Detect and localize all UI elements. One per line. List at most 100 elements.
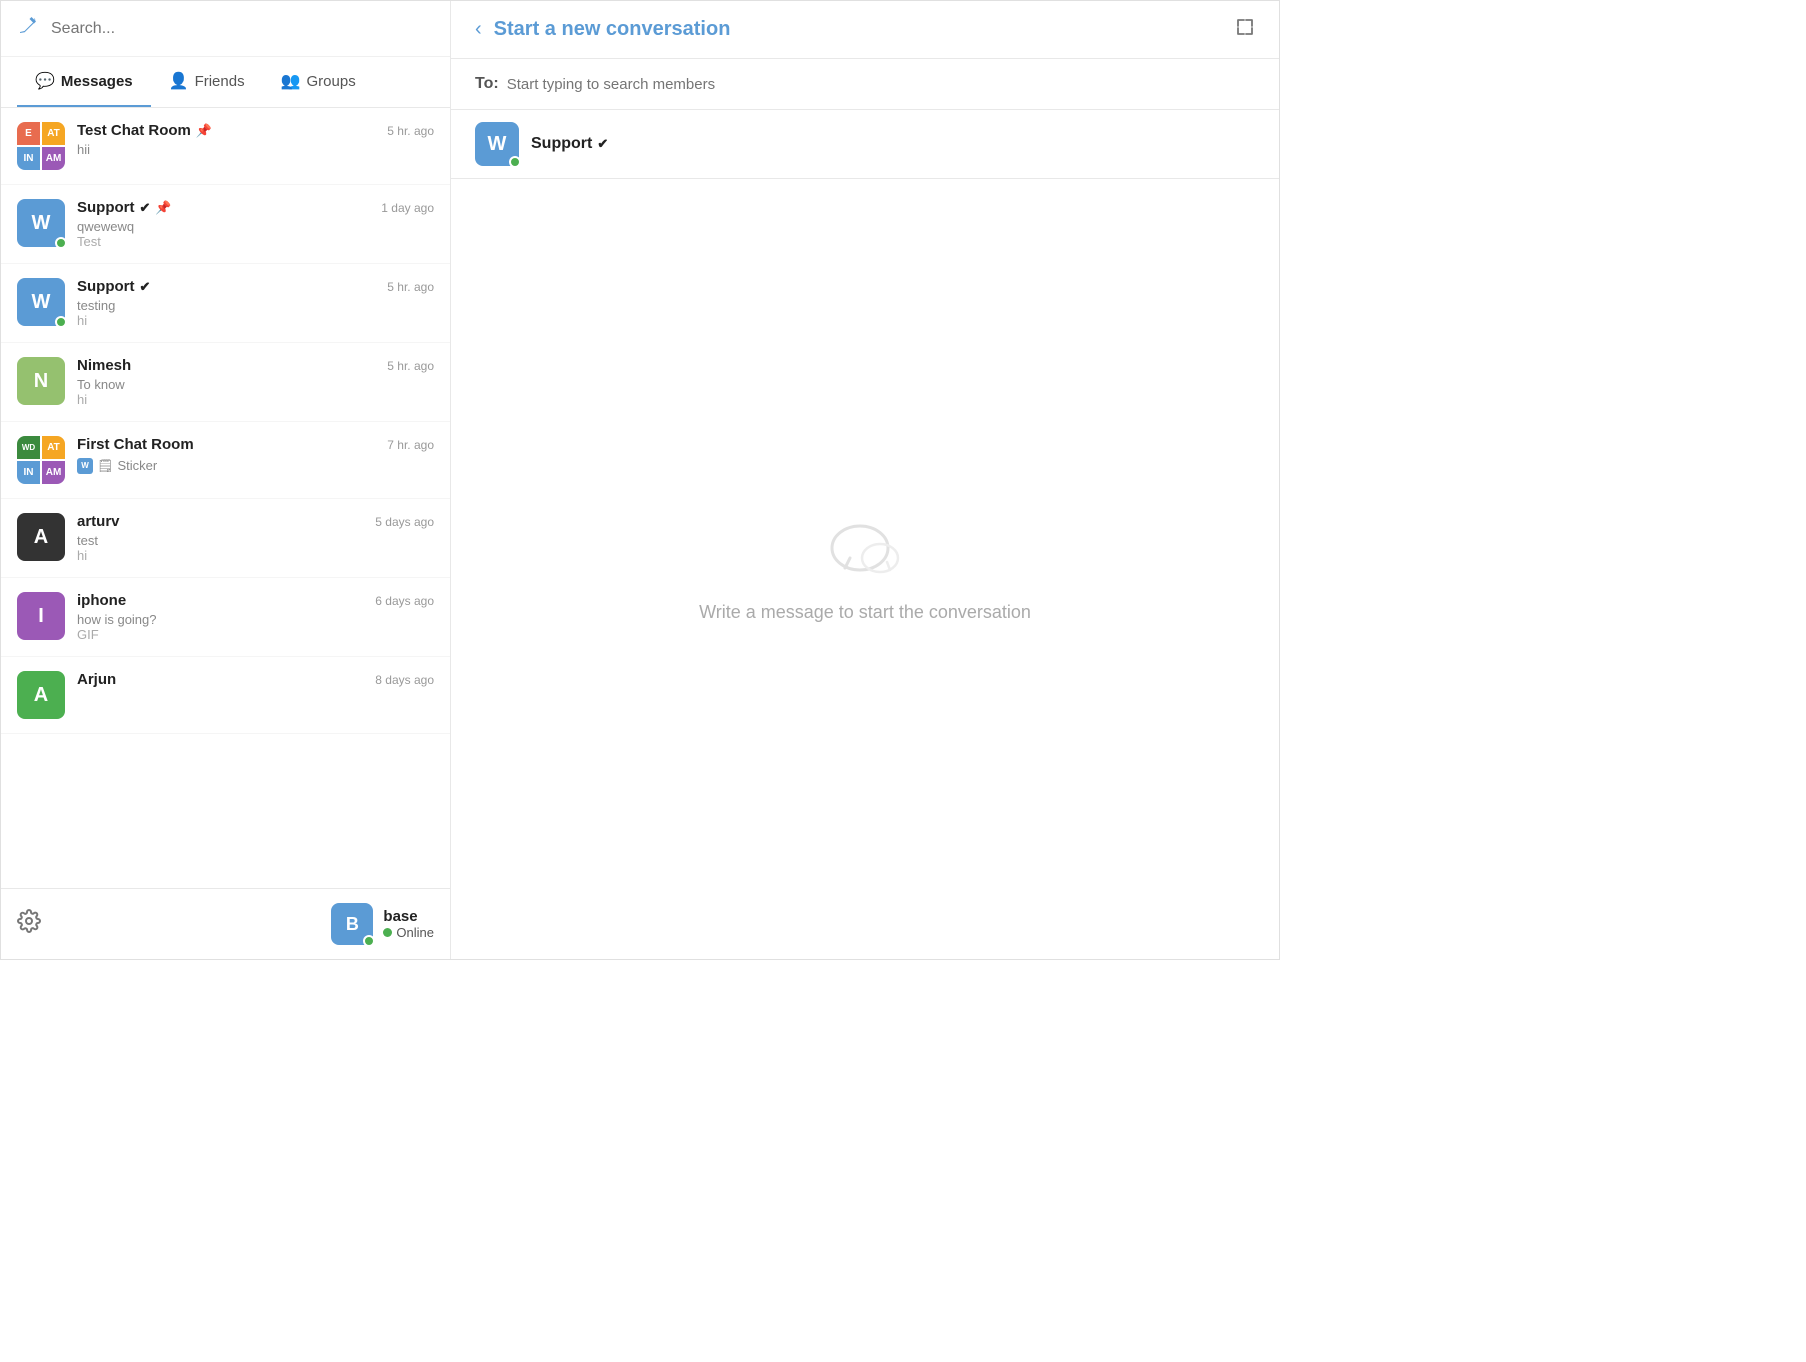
recipient-name: Support ✔ — [531, 135, 608, 153]
conversation-item[interactable]: W Support ✔ 5 hr. ago testing hi — [1, 264, 450, 343]
avatar: WD AT IN AM — [17, 436, 65, 484]
avatar: N — [17, 357, 65, 405]
conversation-header: Support ✔ 📌 1 day ago — [77, 199, 434, 216]
conversation-body: iphone 6 days ago how is going? GIF — [77, 592, 434, 642]
conversation-name: Support ✔ 📌 — [77, 199, 172, 216]
avatar-grid-cell: WD — [17, 436, 40, 459]
avatar: W — [17, 199, 65, 247]
conversation-header: iphone 6 days ago — [77, 592, 434, 609]
compose-icon[interactable] — [17, 15, 39, 42]
verified-badge: ✔ — [597, 136, 608, 152]
conversation-time: 8 days ago — [375, 673, 434, 687]
online-indicator — [55, 237, 67, 249]
avatar: I — [17, 592, 65, 640]
user-online-dot — [363, 935, 375, 947]
tab-friends[interactable]: 👤 Friends — [151, 57, 263, 107]
expand-icon[interactable] — [1235, 17, 1255, 42]
conversation-item[interactable]: WD AT IN AM First Chat Room 7 hr. ago W … — [1, 422, 450, 499]
conversation-time: 1 day ago — [381, 201, 434, 215]
user-details: base Online — [383, 908, 434, 940]
recipient-avatar: W — [475, 122, 519, 166]
conversation-name: iphone — [77, 592, 126, 609]
recipient-online-dot — [509, 156, 521, 168]
settings-icon[interactable] — [17, 909, 41, 939]
conversation-preview-sub: hi — [77, 392, 434, 407]
conversation-time: 5 hr. ago — [387, 359, 434, 373]
groups-tab-icon: 👥 — [281, 71, 301, 91]
tab-friends-label: Friends — [195, 73, 245, 90]
conversation-header: Arjun 8 days ago — [77, 671, 434, 688]
conversation-preview: W 🗒 Sticker — [77, 456, 434, 474]
conversation-header: arturv 5 days ago — [77, 513, 434, 530]
conversation-preview-sub: GIF — [77, 627, 434, 642]
avatar: E AT IN AM — [17, 122, 65, 170]
back-arrow-icon[interactable]: ‹ — [475, 18, 482, 41]
to-search-input[interactable] — [507, 76, 1255, 93]
avatar: A — [17, 513, 65, 561]
user-status: Online — [383, 925, 434, 940]
conversation-preview: qwewewq — [77, 219, 434, 234]
messages-tab-icon: 💬 — [35, 71, 55, 91]
avatar-single: N — [17, 357, 65, 405]
conversation-body: Test Chat Room 📌 5 hr. ago hii — [77, 122, 434, 157]
right-panel: ‹ Start a new conversation To: W Support… — [451, 1, 1279, 959]
chat-empty-text: Write a message to start the conversatio… — [699, 602, 1031, 623]
right-panel-header: ‹ Start a new conversation — [451, 1, 1279, 59]
conversation-time: 5 hr. ago — [387, 280, 434, 294]
conversation-time: 5 hr. ago — [387, 124, 434, 138]
sticker-icon: 🗒 — [97, 458, 114, 474]
verified-badge: ✔ — [140, 279, 151, 295]
conversation-header: Nimesh 5 hr. ago — [77, 357, 434, 374]
selected-recipient: W Support ✔ — [451, 110, 1279, 179]
conversation-item[interactable]: E AT IN AM Test Chat Room 📌 5 hr. ago hi… — [1, 108, 450, 185]
conversation-item[interactable]: A arturv 5 days ago test hi — [1, 499, 450, 578]
conversation-name: Arjun — [77, 671, 116, 688]
conversation-name: arturv — [77, 513, 120, 530]
conversation-preview-sub: hi — [77, 548, 434, 563]
conversation-item[interactable]: A Arjun 8 days ago — [1, 657, 450, 734]
conversation-preview: To know — [77, 377, 434, 392]
conversation-time: 5 days ago — [375, 515, 434, 529]
avatar-grid-cell: AT — [42, 436, 65, 459]
conversation-header: Support ✔ 5 hr. ago — [77, 278, 434, 295]
conversation-body: arturv 5 days ago test hi — [77, 513, 434, 563]
avatar-grid-cell: IN — [17, 147, 40, 170]
pin-icon: 📌 — [155, 200, 171, 216]
conversation-name: First Chat Room — [77, 436, 194, 453]
chat-bubble-illustration — [825, 516, 905, 586]
chat-empty-state: Write a message to start the conversatio… — [451, 179, 1279, 959]
tab-groups-label: Groups — [307, 73, 356, 90]
conversation-header: Test Chat Room 📌 5 hr. ago — [77, 122, 434, 139]
search-bar — [1, 1, 450, 57]
bottom-bar: B base Online — [1, 888, 450, 959]
tab-groups[interactable]: 👥 Groups — [263, 57, 374, 107]
conversation-preview: test — [77, 533, 434, 548]
page-title: Start a new conversation — [494, 18, 731, 41]
search-input[interactable] — [51, 20, 434, 38]
avatar-grid-cell: AM — [42, 461, 65, 484]
user-name: base — [383, 908, 434, 925]
conversation-item[interactable]: W Support ✔ 📌 1 day ago qwewewq Test — [1, 185, 450, 264]
current-user-avatar: B — [331, 903, 373, 945]
tab-messages[interactable]: 💬 Messages — [17, 57, 151, 107]
avatar-grid-cell: AM — [42, 147, 65, 170]
avatar-single: A — [17, 513, 65, 561]
tabs-nav: 💬 Messages 👤 Friends 👥 Groups — [1, 57, 450, 108]
conversation-body: Support ✔ 📌 1 day ago qwewewq Test — [77, 199, 434, 249]
conversation-item[interactable]: N Nimesh 5 hr. ago To know hi — [1, 343, 450, 422]
conversation-body: First Chat Room 7 hr. ago W 🗒 Sticker — [77, 436, 434, 474]
mini-avatar: W — [77, 458, 93, 474]
conversation-time: 7 hr. ago — [387, 438, 434, 452]
conversation-header: First Chat Room 7 hr. ago — [77, 436, 434, 453]
conversation-preview: how is going? — [77, 612, 434, 627]
conversation-item[interactable]: I iphone 6 days ago how is going? GIF — [1, 578, 450, 657]
current-user-info: B base Online — [331, 903, 434, 945]
conversations-list: E AT IN AM Test Chat Room 📌 5 hr. ago hi… — [1, 108, 450, 888]
online-indicator — [55, 316, 67, 328]
avatar: A — [17, 671, 65, 719]
conversation-name: Nimesh — [77, 357, 131, 374]
conversation-name: Test Chat Room 📌 — [77, 122, 212, 139]
to-field: To: — [451, 59, 1279, 110]
conversation-preview: testing — [77, 298, 434, 313]
tab-messages-label: Messages — [61, 73, 133, 90]
